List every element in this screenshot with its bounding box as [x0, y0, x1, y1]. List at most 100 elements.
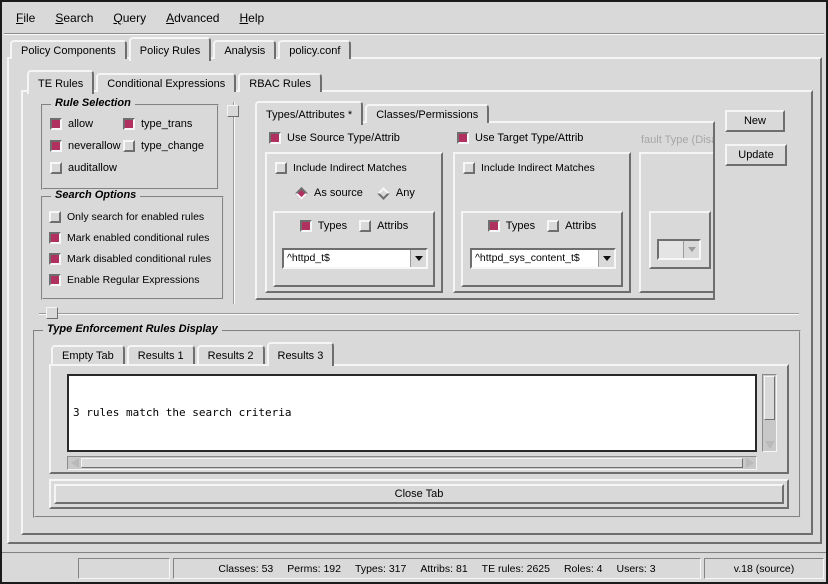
rule-selection-frame: Rule Selection allow neverallow auditall… — [41, 104, 219, 190]
checkbox-indicator — [50, 162, 62, 174]
tab-policy-conf[interactable]: policy.conf — [278, 40, 351, 59]
menu-help[interactable]: Help — [229, 7, 274, 29]
results-horizontal-scrollbar[interactable] — [67, 456, 757, 470]
checkbox-target-types[interactable]: Types — [488, 220, 535, 232]
checkbox-mark-enabled-conditional[interactable]: Mark enabled conditional rules — [49, 232, 211, 244]
vertical-sash-handle[interactable] — [227, 105, 239, 117]
close-tab-button[interactable]: Close Tab — [54, 484, 784, 504]
new-button[interactable]: New — [725, 110, 785, 132]
menu-advanced[interactable]: Advanced — [156, 7, 229, 29]
tab-rbac-rules[interactable]: RBAC Rules — [238, 73, 322, 92]
sub-tab-row: TE Rules Conditional Expressions RBAC Ru… — [27, 71, 324, 92]
stat-attribs: Attribs: 81 — [420, 563, 467, 575]
checkbox-indicator — [49, 232, 61, 244]
checkbox-indicator — [359, 220, 371, 232]
checkbox-enable-regex[interactable]: Enable Regular Expressions — [49, 274, 211, 286]
checkbox-source-indirect[interactable]: Include Indirect Matches — [275, 162, 407, 174]
checkbox-type-change[interactable]: type_change — [123, 140, 204, 152]
checkbox-auditallow[interactable]: auditallow — [50, 162, 121, 174]
target-frame: Include Indirect Matches Types Attribs ^… — [453, 152, 631, 293]
tab-conditional-expressions[interactable]: Conditional Expressions — [96, 73, 236, 92]
chevron-down-icon — [688, 247, 696, 252]
tab-te-rules[interactable]: TE Rules — [27, 70, 94, 94]
checkbox-use-source-type[interactable]: Use Source Type/Attrib — [269, 132, 400, 144]
results-vertical-scrollbar[interactable] — [762, 374, 777, 452]
default-type-combobox — [657, 239, 701, 260]
results-tab-row: Empty Tab Results 1 Results 2 Results 3 — [51, 344, 336, 364]
scrollbar-thumb[interactable] — [81, 458, 743, 468]
menu-query[interactable]: Query — [103, 7, 156, 29]
update-button[interactable]: Update — [725, 144, 787, 166]
checkbox-indicator — [275, 162, 287, 174]
checkbox-only-enabled-rules[interactable]: Only search for enabled rules — [49, 211, 211, 223]
radio-any[interactable]: Any — [377, 187, 415, 199]
tab-policy-rules[interactable]: Policy Rules — [129, 37, 212, 61]
tab-results-1[interactable]: Results 1 — [127, 345, 195, 364]
tab-results-2[interactable]: Results 2 — [197, 345, 265, 364]
checkbox-indicator — [457, 132, 469, 144]
chevron-down-icon — [603, 256, 611, 261]
chevron-down-icon — [415, 256, 423, 261]
radio-indicator — [295, 187, 308, 200]
checkbox-target-indirect[interactable]: Include Indirect Matches — [463, 162, 595, 174]
tab-policy-components[interactable]: Policy Components — [10, 40, 127, 59]
checkbox-neverallow[interactable]: neverallow — [50, 140, 121, 152]
scroll-left-arrow[interactable] — [68, 458, 81, 468]
te-rules-panel: Rule Selection allow neverallow auditall… — [21, 90, 813, 535]
te-rules-display-title: Type Enforcement Rules Display — [43, 323, 222, 335]
menu-bar: File Search Query Advanced Help — [6, 5, 274, 31]
tab-empty-tab[interactable]: Empty Tab — [51, 345, 125, 364]
source-frame: Include Indirect Matches As source Any T… — [265, 152, 443, 293]
triangle-left-icon — [71, 458, 79, 468]
checkbox-indicator — [547, 220, 559, 232]
checkbox-indicator — [49, 253, 61, 265]
status-version-segment: v.18 (source) — [704, 558, 824, 579]
menu-file[interactable]: File — [6, 7, 45, 29]
checkbox-indicator — [49, 274, 61, 286]
default-type-label: fault Type (Disa — [641, 134, 715, 146]
checkbox-type-trans[interactable]: type_trans — [123, 118, 204, 130]
triangle-down-icon — [765, 441, 775, 449]
checkbox-allow[interactable]: allow — [50, 118, 121, 130]
scroll-down-arrow[interactable] — [765, 438, 775, 451]
combo-dropdown-button — [683, 241, 699, 258]
vertical-sash-line — [233, 102, 235, 304]
radio-indicator — [377, 187, 390, 200]
combo-dropdown-button[interactable] — [598, 250, 614, 267]
checkbox-use-target-type[interactable]: Use Target Type/Attrib — [457, 132, 583, 144]
target-type-combobox[interactable]: ^httpd_sys_content_t$ — [470, 248, 616, 269]
horizontal-sash-handle[interactable] — [46, 307, 58, 319]
stat-perms: Perms: 192 — [287, 563, 341, 575]
version-label: v.18 (source) — [734, 563, 795, 575]
status-bar: Classes: 53 Perms: 192 Types: 317 Attrib… — [2, 552, 826, 582]
menu-search[interactable]: Search — [45, 7, 103, 29]
stat-users: Users: 3 — [617, 563, 656, 575]
checkbox-indicator — [463, 162, 475, 174]
checkbox-source-attribs[interactable]: Attribs — [359, 220, 408, 232]
tab-classes-permissions[interactable]: Classes/Permissions — [365, 104, 489, 123]
source-type-combobox[interactable]: ^httpd_t$ — [282, 248, 428, 269]
radio-as-source[interactable]: As source — [295, 187, 363, 199]
checkbox-indicator — [123, 118, 135, 130]
tab-types-attributes[interactable]: Types/Attributes * — [255, 101, 363, 125]
source-types-frame: Types Attribs ^httpd_t$ — [273, 211, 435, 287]
default-type-frame — [639, 152, 715, 293]
main-tab-row: Policy Components Policy Rules Analysis … — [10, 36, 353, 59]
checkbox-source-types[interactable]: Types — [300, 220, 347, 232]
target-types-frame: Types Attribs ^httpd_sys_content_t$ — [461, 211, 623, 287]
search-options-title: Search Options — [51, 189, 140, 201]
combo-dropdown-button[interactable] — [410, 250, 426, 267]
triangle-right-icon — [746, 458, 754, 468]
app-window: File Search Query Advanced Help Policy C… — [0, 0, 828, 584]
checkbox-indicator — [49, 211, 61, 223]
checkbox-mark-disabled-conditional[interactable]: Mark disabled conditional rules — [49, 253, 211, 265]
menu-separator — [4, 33, 824, 35]
status-stats-segment: Classes: 53 Perms: 192 Types: 317 Attrib… — [173, 558, 701, 579]
checkbox-target-attribs[interactable]: Attribs — [547, 220, 596, 232]
results-summary: 3 rules match the search criteria — [73, 406, 751, 420]
tab-analysis[interactable]: Analysis — [213, 40, 276, 59]
scroll-right-arrow[interactable] — [743, 458, 756, 468]
tab-results-3[interactable]: Results 3 — [267, 342, 335, 366]
results-text-area[interactable]: 3 rules match the search criteria (5822)… — [67, 374, 757, 452]
scrollbar-thumb[interactable] — [764, 376, 775, 420]
